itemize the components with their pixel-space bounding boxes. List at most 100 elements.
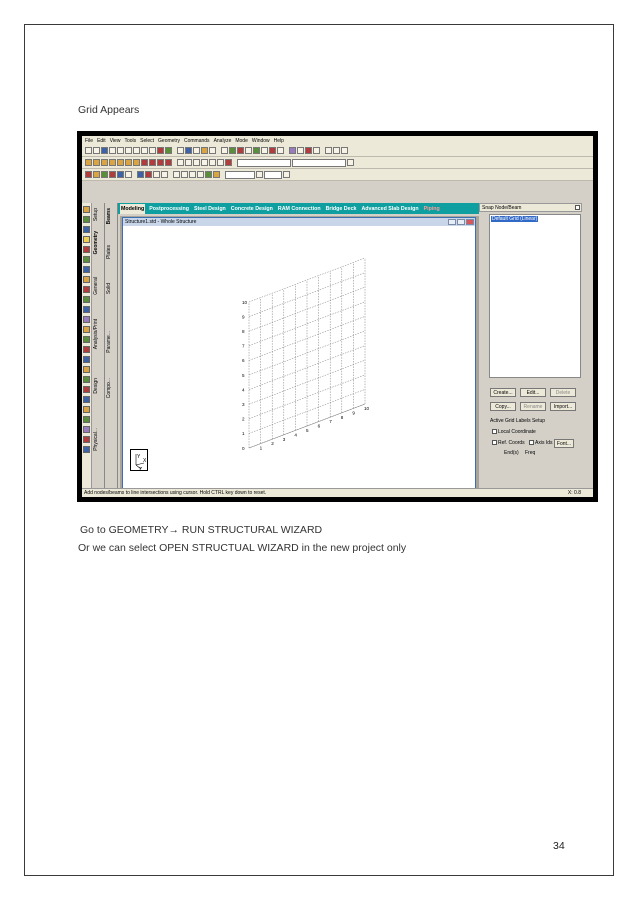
menu-item-edit[interactable]: Edit — [97, 138, 106, 144]
strip-icon[interactable] — [83, 306, 90, 313]
zoom-window-icon[interactable] — [177, 159, 184, 166]
strip-icon[interactable] — [83, 206, 90, 213]
menu-item-commands[interactable]: Commands — [184, 138, 210, 144]
grid-list-item[interactable]: Default Grid (Linear) — [491, 216, 539, 222]
rotate-left-icon[interactable] — [157, 159, 164, 166]
ref-coords-option[interactable]: Ref. Coords — [492, 440, 525, 446]
dim-icon[interactable] — [173, 171, 180, 178]
tab-ram-connection[interactable]: RAM Connection — [277, 204, 322, 214]
redo-icon[interactable] — [149, 147, 156, 154]
vtab-design[interactable]: Design — [93, 378, 99, 394]
measure-icon[interactable] — [181, 171, 188, 178]
view-select[interactable] — [237, 158, 291, 167]
tab-concrete-design[interactable]: Concrete Design — [230, 204, 274, 214]
window-3-icon[interactable] — [341, 147, 348, 154]
label-2-icon[interactable] — [197, 171, 204, 178]
beam-icon[interactable] — [229, 147, 236, 154]
add-plate-icon[interactable] — [109, 171, 116, 178]
axis-ids-option[interactable]: Axis Ids — [529, 440, 553, 446]
window-1-icon[interactable] — [325, 147, 332, 154]
zoom-out-icon[interactable] — [193, 159, 200, 166]
menu-item-view[interactable]: View — [110, 138, 121, 144]
cube-3-icon[interactable] — [101, 159, 108, 166]
highlight-icon[interactable] — [205, 171, 212, 178]
vtab-geometry[interactable]: Geometry — [93, 231, 99, 254]
strip-icon[interactable] — [83, 436, 90, 443]
strip-icon[interactable] — [83, 376, 90, 383]
save-icon[interactable] — [101, 147, 108, 154]
edit-button[interactable]: Edit... — [520, 388, 546, 397]
add-beam-icon[interactable] — [101, 171, 108, 178]
apply-icon[interactable] — [256, 171, 263, 178]
render-icon[interactable] — [201, 147, 208, 154]
tab-steel-design[interactable]: Steel Design — [193, 204, 227, 214]
tab-advanced-slab-design[interactable]: Advanced Slab Design — [360, 204, 419, 214]
units-select[interactable] — [225, 170, 255, 179]
view-icon[interactable] — [177, 147, 184, 154]
display-icon[interactable] — [209, 147, 216, 154]
new-icon[interactable] — [85, 147, 92, 154]
cube-6-icon[interactable] — [125, 159, 132, 166]
menu-item-geometry[interactable]: Geometry — [158, 138, 180, 144]
split-icon[interactable] — [161, 171, 168, 178]
node-icon[interactable] — [221, 147, 228, 154]
vtab-parameters[interactable]: Parame... — [106, 331, 112, 353]
strip-icon[interactable] — [83, 296, 90, 303]
menu-item-window[interactable]: Window — [252, 138, 270, 144]
close-button[interactable] — [466, 219, 474, 225]
vtab-solid[interactable]: Solid — [106, 283, 112, 294]
strip-icon[interactable] — [83, 346, 90, 353]
rotate-up-icon[interactable] — [141, 159, 148, 166]
open-icon[interactable] — [93, 147, 100, 154]
strip-icon[interactable] — [83, 446, 90, 453]
tab-piping[interactable]: Piping — [423, 204, 441, 214]
copy-icon[interactable] — [125, 147, 132, 154]
loads-icon[interactable] — [297, 147, 304, 154]
copy-button[interactable]: Copy... — [490, 402, 516, 411]
mirror-icon[interactable] — [145, 171, 152, 178]
scale-select[interactable] — [264, 170, 282, 179]
results-icon[interactable] — [289, 147, 296, 154]
strip-icon[interactable] — [83, 366, 90, 373]
vtab-physical[interactable]: Physical... — [93, 428, 99, 451]
zoom-all-icon[interactable] — [201, 159, 208, 166]
tab-bridge-deck[interactable]: Bridge Deck — [325, 204, 358, 214]
menu-item-help[interactable]: Help — [274, 138, 284, 144]
maximize-button[interactable] — [457, 219, 465, 225]
annotate-icon[interactable] — [189, 171, 196, 178]
strip-icon[interactable] — [83, 316, 90, 323]
strip-icon[interactable] — [83, 336, 90, 343]
magnify-icon[interactable] — [217, 159, 224, 166]
strip-icon[interactable] — [83, 326, 90, 333]
zoom-icon[interactable] — [185, 147, 192, 154]
menu-item-mode[interactable]: Mode — [235, 138, 248, 144]
minimize-button[interactable] — [448, 219, 456, 225]
plate-icon[interactable] — [237, 147, 244, 154]
color-icon[interactable] — [213, 171, 220, 178]
supports-icon[interactable] — [305, 147, 312, 154]
check-icon[interactable] — [269, 147, 276, 154]
vtab-plates[interactable]: Plates — [106, 245, 112, 259]
vtab-components[interactable]: Compo... — [106, 378, 112, 398]
local-coordinate-option[interactable]: Local Coordinate — [492, 429, 536, 435]
window-2-icon[interactable] — [333, 147, 340, 154]
ref-coords-checkbox[interactable] — [492, 440, 497, 446]
pan-icon[interactable] — [193, 147, 200, 154]
cut-icon[interactable] — [117, 147, 124, 154]
menu-item-select[interactable]: Select — [140, 138, 154, 144]
zoom-prev-icon[interactable] — [209, 159, 216, 166]
vtab-beams[interactable]: Beams — [106, 208, 112, 224]
vtab-analysis-print[interactable]: Analysis/Print — [93, 319, 99, 349]
font-button[interactable]: Font... — [554, 439, 574, 448]
menu-item-tools[interactable]: Tools — [124, 138, 136, 144]
move-icon[interactable] — [261, 147, 268, 154]
strip-icon[interactable] — [83, 356, 90, 363]
circular-icon[interactable] — [153, 171, 160, 178]
tab-postprocessing[interactable]: Postprocessing — [148, 204, 190, 214]
strip-icon[interactable] — [83, 266, 90, 273]
snap-icon[interactable] — [253, 147, 260, 154]
axis-ids-checkbox[interactable] — [529, 440, 534, 446]
cursor-icon[interactable] — [85, 171, 92, 178]
menu-item-file[interactable]: File — [85, 138, 93, 144]
rotate-icon[interactable] — [157, 147, 164, 154]
